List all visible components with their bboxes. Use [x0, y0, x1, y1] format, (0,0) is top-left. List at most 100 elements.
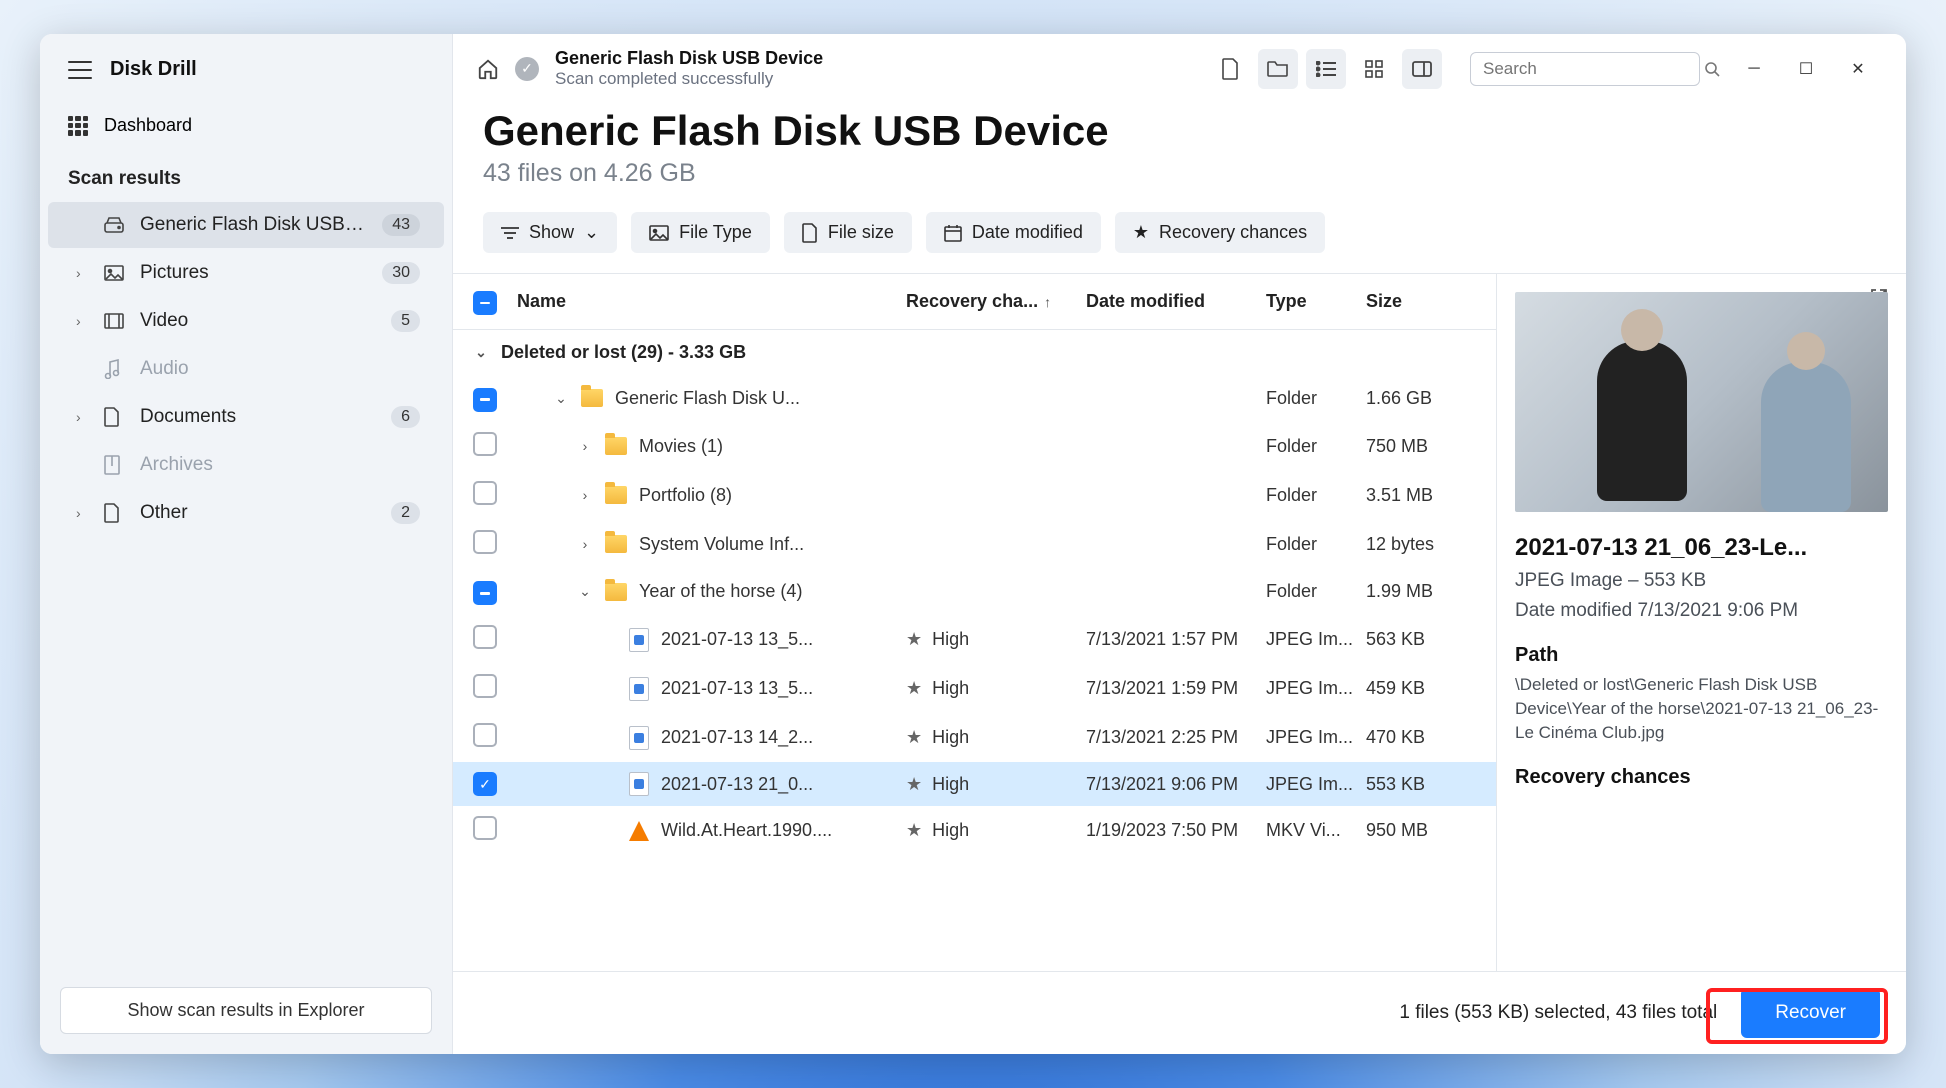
main-panel: ✓ Generic Flash Disk USB Device Scan com…	[453, 34, 1906, 1054]
row-checkbox[interactable]	[473, 723, 497, 747]
table-row[interactable]: ⌄ Generic Flash Disk U... Folder 1.66 GB	[453, 375, 1496, 422]
select-all-checkbox[interactable]	[473, 291, 497, 315]
chevron-right-icon: ›	[76, 265, 90, 281]
sidebar-item-image[interactable]: › Pictures 30	[48, 250, 444, 296]
filter-file-size[interactable]: File size	[784, 212, 912, 253]
row-checkbox[interactable]	[473, 816, 497, 840]
view-list-icon[interactable]	[1306, 49, 1346, 89]
row-name: 2021-07-13 21_0...	[661, 774, 813, 795]
sidebar-item-label: Documents	[140, 406, 377, 428]
preview-type-size: JPEG Image – 553 KB	[1515, 570, 1888, 592]
table-row[interactable]: 2021-07-13 13_5... ★High 7/13/2021 1:59 …	[453, 664, 1496, 713]
star-icon: ★	[906, 727, 922, 747]
sidebar-badge: 30	[382, 262, 420, 284]
row-type: Folder	[1266, 485, 1366, 506]
row-checkbox[interactable]	[473, 772, 497, 796]
image-file-icon	[629, 628, 649, 652]
show-in-explorer-button[interactable]: Show scan results in Explorer	[60, 987, 432, 1034]
sidebar-item-other[interactable]: › Other 2	[48, 490, 444, 536]
filter-file-type[interactable]: File Type	[631, 212, 770, 253]
group-header[interactable]: ⌄ Deleted or lost (29) - 3.33 GB	[453, 330, 1496, 375]
expand-icon[interactable]: ›	[577, 487, 593, 503]
row-name: Generic Flash Disk U...	[615, 388, 800, 409]
row-type: Folder	[1266, 388, 1366, 409]
col-type[interactable]: Type	[1266, 291, 1366, 312]
preview-panel: 2021-07-13 21_06_23-Le... JPEG Image – 5…	[1496, 274, 1906, 971]
view-panel-icon[interactable]	[1402, 49, 1442, 89]
file-table[interactable]: Name Recovery cha...↑ Date modified Type…	[453, 274, 1496, 971]
search-input[interactable]	[1483, 59, 1704, 79]
row-date: 1/19/2023 7:50 PM	[1086, 820, 1266, 841]
filter-recovery-chances[interactable]: ★ Recovery chances	[1115, 212, 1325, 253]
filter-icon	[501, 226, 519, 240]
table-row[interactable]: 2021-07-13 13_5... ★High 7/13/2021 1:57 …	[453, 615, 1496, 664]
table-row[interactable]: › Portfolio (8) Folder 3.51 MB	[453, 471, 1496, 520]
sidebar-item-video[interactable]: › Video 5	[48, 298, 444, 344]
menu-icon[interactable]	[68, 61, 92, 79]
expand-icon[interactable]: ›	[577, 536, 593, 552]
row-type: JPEG Im...	[1266, 678, 1366, 699]
calendar-icon	[944, 224, 962, 242]
row-checkbox[interactable]	[473, 581, 497, 605]
col-recovery[interactable]: Recovery cha...↑	[906, 291, 1086, 312]
table-row[interactable]: 2021-07-13 21_0... ★High 7/13/2021 9:06 …	[453, 762, 1496, 806]
chevron-right-icon: ›	[76, 505, 90, 521]
expand-icon[interactable]: ›	[577, 438, 593, 454]
folder-icon	[605, 437, 627, 455]
row-size: 950 MB	[1366, 820, 1476, 841]
star-icon: ★	[906, 629, 922, 649]
row-type: Folder	[1266, 581, 1366, 602]
search-box[interactable]	[1470, 52, 1700, 86]
row-size: 459 KB	[1366, 678, 1476, 699]
page-title: Generic Flash Disk USB Device	[483, 107, 1876, 155]
close-button[interactable]: ✕	[1834, 49, 1882, 89]
maximize-button[interactable]: ☐	[1782, 49, 1830, 89]
chevron-down-icon[interactable]: ⌄	[473, 344, 489, 361]
app-title: Disk Drill	[110, 58, 197, 81]
row-checkbox[interactable]	[473, 432, 497, 456]
sidebar-item-drive[interactable]: Generic Flash Disk USB D... 43	[48, 202, 444, 248]
minimize-button[interactable]: ─	[1730, 49, 1778, 89]
table-row[interactable]: Wild.At.Heart.1990.... ★High 1/19/2023 7…	[453, 806, 1496, 855]
row-size: 1.66 GB	[1366, 388, 1476, 409]
filter-show[interactable]: Show ⌄	[483, 212, 617, 253]
sidebar-badge: 6	[391, 406, 420, 428]
sidebar-item-label: Video	[140, 310, 377, 332]
recover-button[interactable]: Recover	[1741, 988, 1880, 1038]
view-grid-icon[interactable]	[1354, 49, 1394, 89]
row-checkbox[interactable]	[473, 530, 497, 554]
col-size[interactable]: Size	[1366, 291, 1476, 312]
table-row[interactable]: › System Volume Inf... Folder 12 bytes	[453, 520, 1496, 569]
col-date[interactable]: Date modified	[1086, 291, 1266, 312]
table-row[interactable]: 2021-07-13 14_2... ★High 7/13/2021 2:25 …	[453, 713, 1496, 762]
col-name[interactable]: Name	[517, 291, 906, 312]
expand-icon[interactable]: ⌄	[577, 583, 593, 600]
dashboard-label: Dashboard	[104, 115, 192, 136]
other-icon	[104, 503, 126, 523]
row-checkbox[interactable]	[473, 674, 497, 698]
preview-image	[1515, 292, 1888, 512]
table-row[interactable]: › Movies (1) Folder 750 MB	[453, 422, 1496, 471]
row-checkbox[interactable]	[473, 625, 497, 649]
row-checkbox[interactable]	[473, 388, 497, 412]
star-icon: ★	[1133, 222, 1149, 243]
sidebar: Disk Drill Dashboard Scan results Generi…	[40, 34, 453, 1054]
sidebar-item-doc[interactable]: › Documents 6	[48, 394, 444, 440]
breadcrumb-subtitle: Scan completed successfully	[555, 69, 823, 89]
expand-icon[interactable]: ⌄	[553, 390, 569, 407]
row-name: Movies (1)	[639, 436, 723, 457]
preview-path: \Deleted or lost\Generic Flash Disk USB …	[1515, 673, 1888, 744]
home-icon[interactable]	[477, 58, 499, 80]
sidebar-section-title: Scan results	[40, 154, 452, 200]
chevron-down-icon: ⌄	[584, 222, 599, 243]
dashboard-link[interactable]: Dashboard	[40, 97, 452, 154]
row-name: Portfolio (8)	[639, 485, 732, 506]
view-folder-icon[interactable]	[1258, 49, 1298, 89]
view-file-icon[interactable]	[1210, 49, 1250, 89]
sidebar-item-label: Generic Flash Disk USB D...	[140, 214, 368, 236]
filter-date-modified[interactable]: Date modified	[926, 212, 1101, 253]
search-icon	[1704, 61, 1720, 77]
row-type: Folder	[1266, 534, 1366, 555]
table-row[interactable]: ⌄ Year of the horse (4) Folder 1.99 MB	[453, 569, 1496, 616]
row-checkbox[interactable]	[473, 481, 497, 505]
